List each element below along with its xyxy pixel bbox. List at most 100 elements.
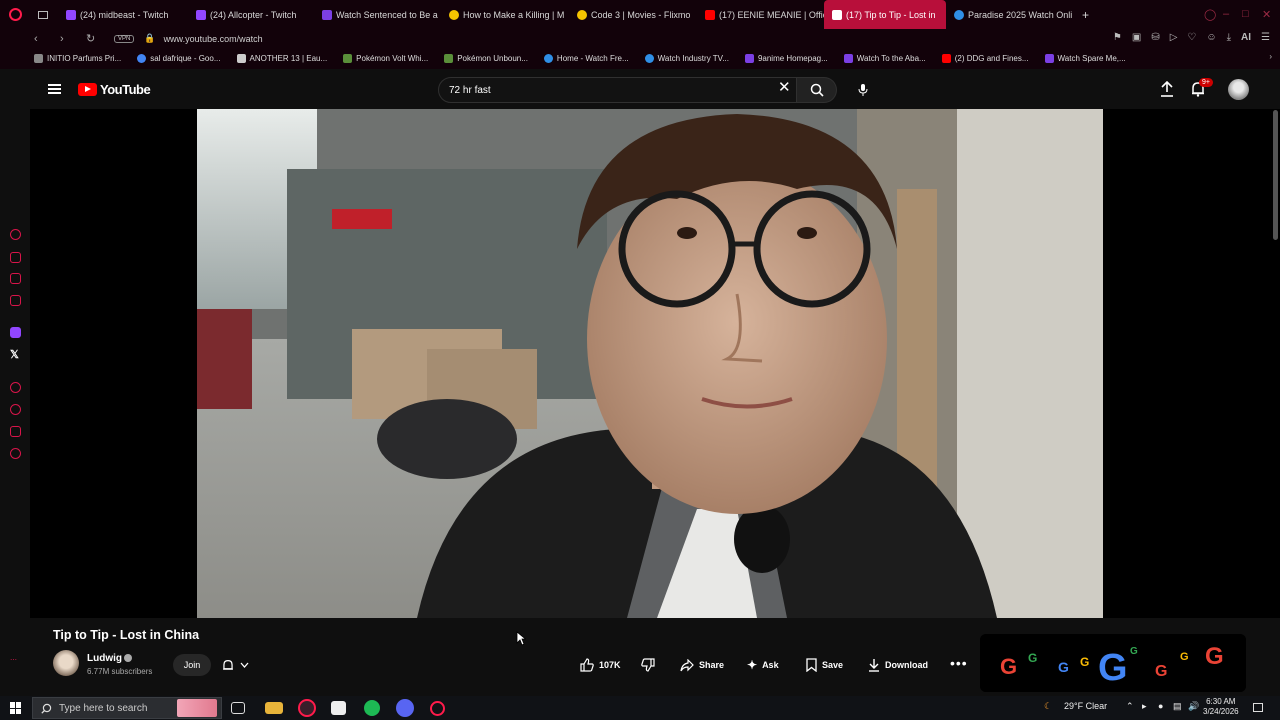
sidebar-x-icon[interactable]: 𝕏 xyxy=(10,348,19,361)
video-frame[interactable] xyxy=(197,109,1103,618)
tab-0[interactable]: (24) midbeast - Twitch xyxy=(58,0,188,29)
bookmark-page-icon[interactable]: ⚑ xyxy=(1113,32,1122,43)
share-button[interactable]: Share xyxy=(680,654,724,676)
back-icon[interactable]: ‹ xyxy=(34,33,52,45)
sidebar-more-icon[interactable]: ⋯ xyxy=(10,656,17,664)
tab-3[interactable]: How to Make a Killing | M xyxy=(441,0,569,29)
promo-banner[interactable]: G G G G G G G G G xyxy=(980,634,1246,692)
bookmarks-overflow-icon[interactable]: › xyxy=(1269,52,1272,61)
save-button[interactable]: Save xyxy=(806,654,843,676)
dislike-button[interactable] xyxy=(641,654,655,676)
windows-start-icon[interactable] xyxy=(10,702,22,714)
minimize-icon[interactable]: – xyxy=(1223,8,1229,20)
sidebar-pinboard-icon[interactable] xyxy=(10,273,21,284)
ask-button[interactable]: ✦ Ask xyxy=(747,654,779,676)
page-scrollbar[interactable] xyxy=(1273,110,1278,240)
join-button[interactable]: Join xyxy=(173,654,211,676)
download-button[interactable]: Download xyxy=(868,654,928,676)
wifi-icon[interactable]: ▤ xyxy=(1173,701,1182,712)
tab-7[interactable]: Paradise 2025 Watch Onli xyxy=(946,0,1074,29)
opera-gx-icon[interactable] xyxy=(430,701,445,716)
tab-overview-icon[interactable] xyxy=(30,0,58,29)
vpn-badge[interactable]: VPN xyxy=(114,34,135,43)
bookmark-7[interactable]: 9anime Homepag... xyxy=(744,54,828,63)
heart-icon[interactable]: ♡ xyxy=(1187,32,1196,43)
play-icon[interactable]: ▷ xyxy=(1170,32,1178,43)
taskbar-clock[interactable]: 6:30 AM 3/24/2026 xyxy=(1203,697,1239,717)
search-tabs-icon[interactable]: ◯ xyxy=(1204,8,1216,21)
subscription-notify-button[interactable] xyxy=(222,654,264,676)
browser-sidebar: 𝕏 ⋯ xyxy=(0,69,30,696)
url-field[interactable]: www.youtube.com/watch xyxy=(164,34,263,44)
bookmark-4[interactable]: Pokémon Unboun... xyxy=(444,54,528,63)
opera-logo-icon[interactable] xyxy=(0,0,30,29)
subscriber-count: 6.77M subscribers xyxy=(87,667,153,676)
sidebar-history-icon[interactable] xyxy=(10,229,21,240)
microphone-tray-icon[interactable]: ● xyxy=(1158,701,1163,711)
discord-icon[interactable] xyxy=(396,699,414,717)
bookmark-2[interactable]: ANOTHER 13 | Eau... xyxy=(236,54,327,63)
bookmark-9[interactable]: (2) DDG and Fines... xyxy=(941,54,1029,63)
bookmark-10[interactable]: Watch Spare Me,... xyxy=(1044,54,1126,63)
store-icon[interactable] xyxy=(331,701,346,715)
file-explorer-icon[interactable] xyxy=(265,702,283,714)
weather-text[interactable]: 29°F Clear xyxy=(1064,701,1107,711)
ask-label: Ask xyxy=(762,660,779,670)
upload-icon[interactable] xyxy=(1160,80,1174,102)
microphone-icon xyxy=(858,84,868,96)
bookmark-5[interactable]: Home - Watch Fre... xyxy=(543,54,629,63)
close-window-icon[interactable]: ✕ xyxy=(1262,8,1271,21)
sidebar-spotify-icon[interactable] xyxy=(10,382,21,393)
sidebar-bookmarks-icon[interactable] xyxy=(10,252,21,263)
youtube-icon xyxy=(705,9,715,20)
sidebar-twitch-icon[interactable] xyxy=(10,327,21,338)
maximize-icon[interactable]: □ xyxy=(1242,8,1249,20)
tray-overflow-icon[interactable]: ⌃ xyxy=(1126,701,1134,712)
sidebar-extensions-icon[interactable] xyxy=(10,426,21,437)
search-input[interactable]: 72 hr fast xyxy=(438,77,797,103)
bookmark-0[interactable]: INITIO Parfums Pri... xyxy=(34,54,121,63)
taskbar-search-input[interactable]: Type here to search xyxy=(32,697,222,719)
youtube-logo[interactable]: YouTube xyxy=(78,82,151,97)
download-icon[interactable]: ⤓ xyxy=(1227,32,1231,43)
opera-taskbar-icon[interactable] xyxy=(298,699,316,717)
sidebar-messenger-icon[interactable] xyxy=(10,295,21,306)
sidebar-settings-icon[interactable] xyxy=(10,448,21,459)
channel-avatar[interactable] xyxy=(53,650,79,676)
new-tab-button[interactable]: + xyxy=(1074,0,1094,29)
clear-search-icon[interactable]: ✕ xyxy=(778,80,791,95)
sidebar-clock-icon[interactable] xyxy=(10,404,21,415)
search-button[interactable] xyxy=(797,77,837,103)
profile-icon[interactable]: ☺ xyxy=(1206,32,1216,43)
channel-name[interactable]: Ludwig xyxy=(87,653,122,664)
bookmark-1[interactable]: sal dafrique - Goo... xyxy=(137,54,221,63)
volume-icon[interactable]: 🔊 xyxy=(1188,701,1199,712)
spotify-icon[interactable] xyxy=(364,700,380,716)
bookmark-8[interactable]: Watch To the Aba... xyxy=(843,54,926,63)
account-avatar[interactable] xyxy=(1228,79,1249,100)
bookmark-6[interactable]: Watch Industry TV... xyxy=(644,54,729,63)
ai-button[interactable]: AI xyxy=(1241,32,1251,43)
shield-icon[interactable]: ⛁ xyxy=(1151,32,1159,43)
video-player[interactable] xyxy=(30,109,1280,618)
twitch-icon xyxy=(66,9,76,20)
tab-2[interactable]: Watch Sentenced to Be a xyxy=(314,0,441,29)
like-button[interactable]: 107K xyxy=(580,654,621,676)
forward-icon[interactable]: › xyxy=(60,33,78,45)
emoji-icon xyxy=(449,9,459,20)
tab-6-active[interactable]: (17) Tip to Tip - Lost in xyxy=(824,0,946,29)
menu-icon[interactable]: ☰ xyxy=(1261,32,1270,43)
mouse-cursor-icon xyxy=(516,631,526,646)
hamburger-menu-icon[interactable] xyxy=(48,84,61,94)
snapshot-icon[interactable]: ▣ xyxy=(1132,32,1141,43)
tab-5[interactable]: (17) EENIE MEANIE | Offic xyxy=(697,0,824,29)
more-actions-icon[interactable]: ••• xyxy=(950,656,968,670)
bookmark-3[interactable]: Pokémon Volt Whi... xyxy=(343,54,428,63)
network-icon[interactable]: ▸ xyxy=(1142,701,1147,712)
task-view-icon[interactable] xyxy=(231,702,245,714)
tab-4[interactable]: Code 3 | Movies - Flixmo xyxy=(569,0,697,29)
reload-icon[interactable]: ↻ xyxy=(86,32,104,45)
voice-search-button[interactable] xyxy=(850,77,876,103)
tab-1[interactable]: (24) Allcopter - Twitch xyxy=(188,0,314,29)
notification-center-icon[interactable] xyxy=(1253,703,1263,712)
